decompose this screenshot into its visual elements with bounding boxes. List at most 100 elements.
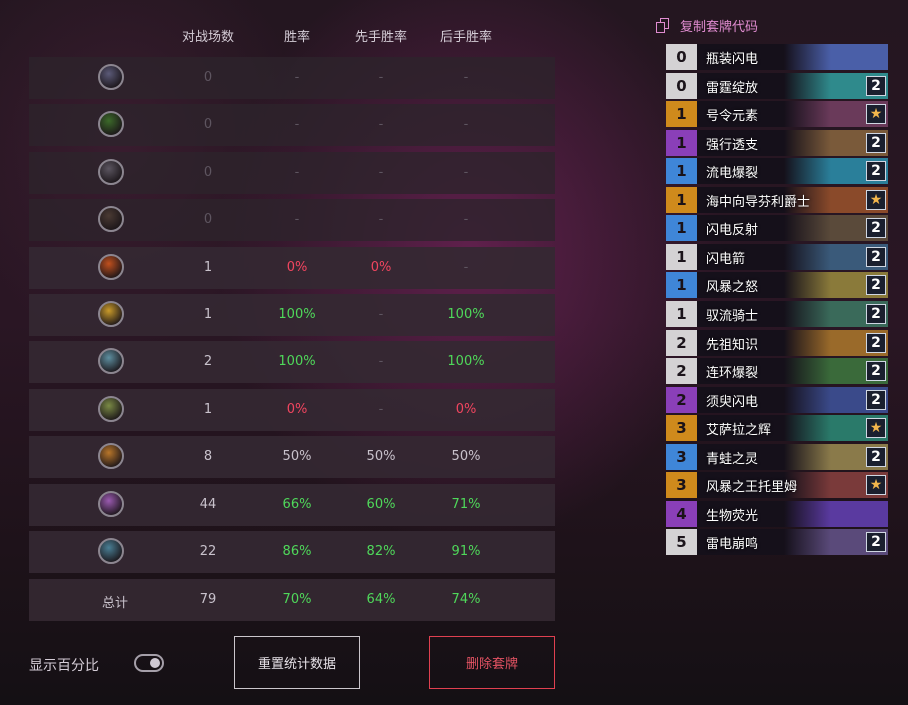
deck-card[interactable]: 1 闪电反射 2 — [666, 215, 888, 241]
games-cell: 1 — [203, 307, 213, 322]
class-stats-row: 0 - - - — [29, 152, 555, 194]
second-winrate-cell: 100% — [447, 354, 485, 369]
copy-icon — [656, 17, 670, 34]
first-winrate-cell: 60% — [366, 497, 396, 512]
second-winrate-cell: 100% — [447, 307, 485, 322]
card-name: 风暴之怒 — [706, 279, 759, 295]
warrior-class-icon — [98, 538, 124, 564]
card-cost: 1 — [666, 272, 697, 298]
card-count: 2 — [866, 133, 886, 153]
deck-card[interactable]: 2 连环爆裂 2 — [666, 358, 888, 384]
second-winrate-cell: 91% — [451, 544, 481, 559]
card-cost: 3 — [666, 472, 697, 498]
warlock-class-icon — [98, 491, 124, 517]
show-percent-label: 显示百分比 — [29, 658, 99, 674]
card-name: 流电爆裂 — [706, 165, 759, 181]
card-count: 2 — [866, 333, 886, 353]
first-winrate-cell: 0% — [370, 260, 392, 275]
card-count: 2 — [866, 275, 886, 295]
deck-card[interactable]: 2 先祖知识 2 — [666, 330, 888, 356]
legendary-star-icon: ★ — [866, 418, 886, 438]
delete-deck-button[interactable]: 删除套牌 — [429, 636, 555, 689]
deck-card[interactable]: 1 风暴之怒 2 — [666, 272, 888, 298]
games-cell: 8 — [203, 449, 213, 464]
games-cell: 1 — [203, 260, 213, 275]
card-name: 驭流骑士 — [706, 308, 759, 324]
card-count: 2 — [866, 161, 886, 181]
header-second-winrate: 后手胜率 — [439, 30, 492, 45]
deck-card[interactable]: 1 强行透支 2 — [666, 130, 888, 156]
winrate-cell: 50% — [282, 449, 312, 464]
legendary-star-icon: ★ — [866, 475, 886, 495]
card-cost: 1 — [666, 301, 697, 327]
card-cost: 0 — [666, 73, 697, 99]
second-winrate-cell: - — [463, 165, 469, 180]
first-winrate-cell: - — [378, 307, 384, 322]
deck-card[interactable]: 2 须臾闪电 2 — [666, 387, 888, 413]
deck-card[interactable]: 1 驭流骑士 2 — [666, 301, 888, 327]
card-count: 2 — [866, 218, 886, 238]
total-second-winrate: 74% — [451, 592, 481, 607]
winrate-cell: 66% — [282, 497, 312, 512]
deck-card[interactable]: 1 号令元素 ★ — [666, 101, 888, 127]
card-cost: 1 — [666, 101, 697, 127]
deck-card[interactable]: 0 瓶装闪电 — [666, 44, 888, 70]
games-cell: 1 — [203, 402, 213, 417]
first-winrate-cell: - — [378, 354, 384, 369]
card-name: 青蛙之灵 — [706, 451, 759, 467]
winrate-cell: 0% — [286, 260, 308, 275]
class-stats-row: 0 - - - — [29, 104, 555, 146]
toggle-knob — [150, 658, 160, 668]
class-stats-row: 1 100% - 100% — [29, 294, 555, 336]
class-stats-row: 2 100% - 100% — [29, 341, 555, 383]
deck-card[interactable]: 3 艾萨拉之辉 ★ — [666, 415, 888, 441]
card-count: 2 — [866, 361, 886, 381]
winrate-cell: - — [294, 165, 300, 180]
deck-card[interactable]: 1 流电爆裂 2 — [666, 158, 888, 184]
class-stats-row: 1 0% 0% - — [29, 247, 555, 289]
first-winrate-cell: - — [378, 402, 384, 417]
header-games: 对战场数 — [181, 30, 234, 45]
total-label: 总计 — [101, 596, 128, 611]
deck-card[interactable]: 4 生物荧光 — [666, 501, 888, 527]
hunter-class-icon — [98, 206, 124, 232]
card-cost: 3 — [666, 444, 697, 470]
paladin-class-icon — [98, 301, 124, 327]
second-winrate-cell: - — [463, 117, 469, 132]
deck-card[interactable]: 3 青蛙之灵 2 — [666, 444, 888, 470]
deck-card[interactable]: 3 风暴之王托里姆 ★ — [666, 472, 888, 498]
reset-stats-button[interactable]: 重置统计数据 — [234, 636, 360, 689]
card-name: 风暴之王托里姆 — [706, 479, 798, 495]
card-cost: 3 — [666, 415, 697, 441]
show-percent-toggle[interactable] — [134, 654, 164, 672]
card-cost: 2 — [666, 358, 697, 384]
winrate-cell: 86% — [282, 544, 312, 559]
deck-card[interactable]: 0 雷霆绽放 2 — [666, 73, 888, 99]
deck-card[interactable]: 5 雷电崩鸣 2 — [666, 529, 888, 555]
card-count: 2 — [866, 247, 886, 267]
games-cell: 0 — [203, 70, 213, 85]
first-winrate-cell: - — [378, 212, 384, 227]
second-winrate-cell: 71% — [451, 497, 481, 512]
card-cost: 1 — [666, 244, 697, 270]
copy-deck-code-button[interactable]: 复制套牌代码 — [656, 16, 758, 35]
card-cost: 1 — [666, 215, 697, 241]
header-winrate: 胜率 — [283, 30, 310, 45]
total-games: 79 — [199, 592, 217, 607]
card-count: 2 — [866, 447, 886, 467]
deck-card[interactable]: 1 闪电箭 2 — [666, 244, 888, 270]
card-name: 瓶装闪电 — [706, 51, 759, 67]
priest-class-icon — [98, 348, 124, 374]
demonhunter-class-icon — [98, 111, 124, 137]
druid-class-icon — [98, 159, 124, 185]
card-name: 号令元素 — [706, 108, 759, 124]
class-stats-row: 44 66% 60% 71% — [29, 484, 555, 526]
deck-card[interactable]: 1 海中向导芬利爵士 ★ — [666, 187, 888, 213]
games-cell: 44 — [199, 497, 217, 512]
shaman-class-icon — [98, 443, 124, 469]
games-cell: 0 — [203, 165, 213, 180]
games-cell: 0 — [203, 212, 213, 227]
header-first-winrate: 先手胜率 — [354, 30, 407, 45]
total-winrate: 70% — [282, 592, 312, 607]
class-stats-row: 8 50% 50% 50% — [29, 436, 555, 478]
